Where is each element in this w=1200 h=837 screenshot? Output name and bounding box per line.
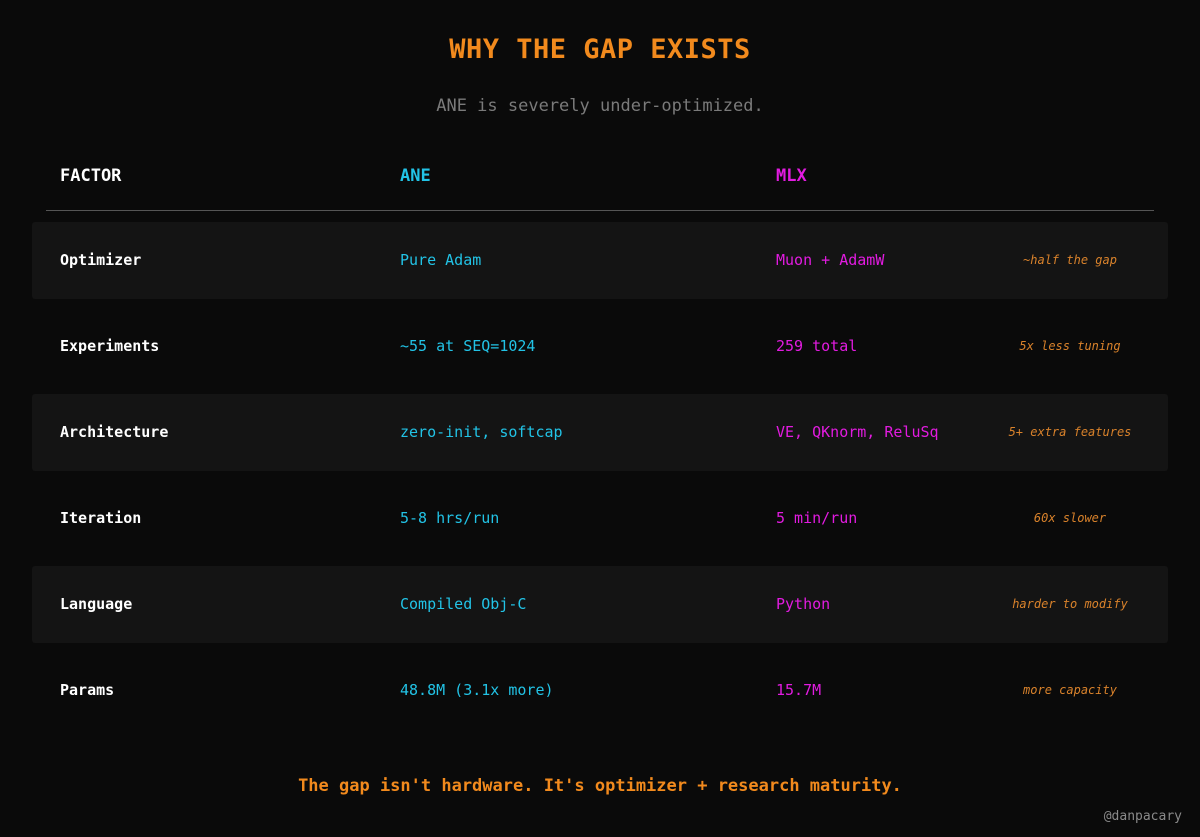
page-title: WHY THE GAP EXISTS [449, 34, 751, 65]
table-row-iteration: Iteration 5-8 hrs/run 5 min/run 60x slow… [32, 480, 1168, 557]
factor-cell: Iteration [60, 509, 142, 527]
ane-cell: Pure Adam [400, 251, 482, 269]
table-row-optimizer: Optimizer Pure Adam Muon + AdamW ~half t… [32, 222, 1168, 299]
note-cell: 5x less tuning [1019, 339, 1121, 353]
table-row-language: Language Compiled Obj-C Python harder to… [32, 566, 1168, 643]
factor-cell: Architecture [60, 423, 169, 441]
header-factor: FACTOR [60, 166, 122, 186]
conclusion-text: The gap isn't hardware. It's optimizer +… [298, 776, 902, 796]
header-ane: ANE [400, 166, 431, 186]
mlx-cell: VE, QKnorm, ReluSq [776, 423, 939, 441]
note-cell: ~half the gap [1023, 253, 1117, 267]
factor-cell: Optimizer [60, 251, 142, 269]
comparison-table: Optimizer Pure Adam Muon + AdamW ~half t… [32, 222, 1168, 738]
table-row-architecture: Architecture zero-init, softcap VE, QKno… [32, 394, 1168, 471]
factor-cell: Experiments [60, 337, 160, 355]
mlx-cell: 259 total [776, 337, 858, 355]
table-row-params: Params 48.8M (3.1x more) 15.7M more capa… [32, 652, 1168, 729]
author-credit: @danpacary [1103, 809, 1182, 824]
page-subtitle: ANE is severely under-optimized. [436, 96, 764, 116]
ane-cell: Compiled Obj-C [400, 595, 527, 613]
ane-cell: zero-init, softcap [400, 423, 563, 441]
ane-cell: 5-8 hrs/run [400, 509, 500, 527]
header-divider [46, 210, 1154, 211]
mlx-cell: Python [776, 595, 831, 613]
header-mlx: MLX [776, 166, 807, 186]
ane-cell: 48.8M (3.1x more) [400, 681, 554, 699]
factor-cell: Params [60, 681, 115, 699]
note-cell: harder to modify [1012, 597, 1128, 611]
note-cell: 5+ extra features [1008, 425, 1132, 439]
mlx-cell: Muon + AdamW [776, 251, 885, 269]
note-cell: 60x slower [1033, 511, 1107, 525]
ane-cell: ~55 at SEQ=1024 [400, 337, 536, 355]
factor-cell: Language [60, 595, 133, 613]
table-header: FACTOR ANE MLX [0, 166, 1200, 194]
note-cell: more capacity [1023, 683, 1117, 697]
table-row-experiments: Experiments ~55 at SEQ=1024 259 total 5x… [32, 308, 1168, 385]
mlx-cell: 15.7M [776, 681, 822, 699]
mlx-cell: 5 min/run [776, 509, 858, 527]
